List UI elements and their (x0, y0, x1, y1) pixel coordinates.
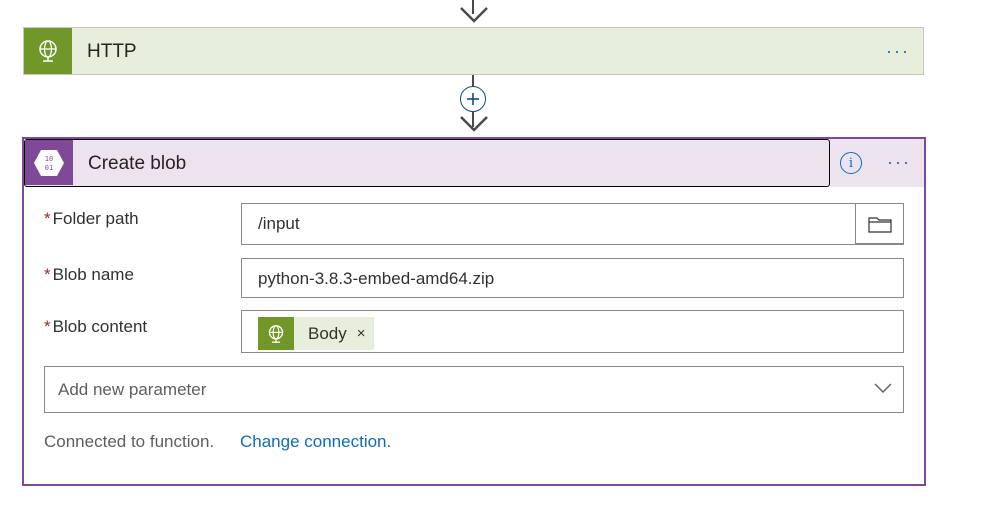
token-icon-box (258, 317, 294, 350)
create-blob-card-title: Create blob (88, 153, 187, 174)
folder-path-input[interactable]: /input (241, 203, 904, 245)
blob-icon-box: 10 01 (25, 140, 73, 185)
folder-path-value: /input (258, 214, 300, 233)
create-blob-action-card: 10 01 Create blob i ··· * Folder path /in… (22, 137, 926, 486)
svg-text:01: 01 (45, 164, 53, 172)
required-asterisk: * (44, 317, 51, 336)
arrow-down-icon (458, 4, 490, 24)
blob-content-label: * Blob content (44, 317, 147, 337)
add-step-button[interactable] (460, 86, 486, 112)
remove-token-button[interactable]: × (357, 325, 366, 342)
globe-icon (39, 40, 57, 62)
token-label: Body (308, 323, 347, 343)
info-icon[interactable]: i (840, 152, 862, 174)
blob-name-label: * Blob name (44, 265, 134, 285)
add-new-parameter-dropdown[interactable]: Add new parameter (44, 366, 904, 413)
blob-name-input[interactable]: python-3.8.3-embed-amd64.zip (241, 258, 904, 298)
folder-icon (867, 216, 892, 233)
blob-content-input[interactable]: Body × (241, 310, 904, 353)
http-icon-box (24, 28, 72, 74)
folder-path-label: * Folder path (44, 209, 139, 229)
arrow-down-icon (458, 113, 490, 133)
http-card-title: HTTP (87, 41, 137, 62)
blob-binary-icon: 10 01 (34, 149, 64, 176)
chevron-down-icon (874, 383, 892, 393)
blob-name-value: python-3.8.3-embed-amd64.zip (258, 269, 495, 288)
body-dynamic-token[interactable]: Body × (258, 317, 374, 350)
required-asterisk: * (44, 209, 51, 228)
change-connection-link[interactable]: Change connection. (240, 432, 391, 452)
globe-icon (268, 324, 284, 343)
http-more-options-button[interactable]: ··· (883, 41, 913, 61)
blob-more-options-button[interactable]: ··· (884, 152, 914, 172)
create-blob-header[interactable]: 10 01 Create blob (24, 139, 830, 187)
blob-content-label-text: Blob content (52, 317, 148, 336)
folder-picker-button[interactable] (855, 204, 903, 244)
connection-status-text: Connected to function. (44, 432, 215, 451)
plus-icon (467, 93, 479, 105)
svg-text:10: 10 (45, 155, 53, 163)
http-action-card[interactable]: HTTP ··· (23, 27, 924, 75)
folder-path-label-text: Folder path (52, 209, 139, 228)
required-asterisk: * (44, 265, 51, 284)
add-parameter-placeholder: Add new parameter (58, 380, 207, 399)
blob-name-label-text: Blob name (52, 265, 134, 284)
